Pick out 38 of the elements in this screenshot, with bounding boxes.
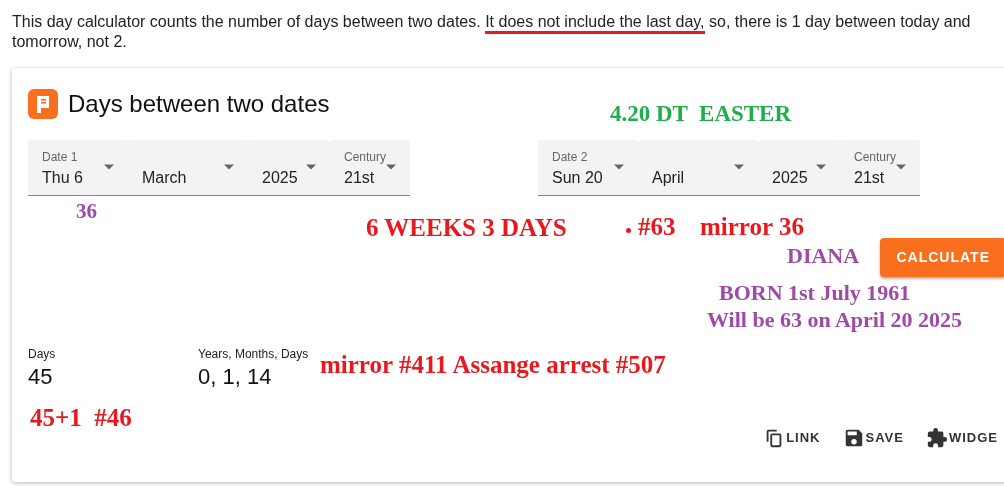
- result-label: Days: [28, 347, 56, 362]
- card-title: Days between two dates: [68, 89, 330, 119]
- intro-paragraph: This day calculator counts the number of days between two dates. It does not include the last day, so, there is 1 day between today and tomorrow, not 2.: [11, 12, 972, 52]
- result-label: Years, Months, Days: [198, 347, 309, 362]
- select-field[interactable]: Century 21st: [840, 140, 920, 195]
- caret-icon: [386, 164, 396, 170]
- puzzle-icon: [925, 427, 948, 449]
- select-field[interactable]: Century 21st: [330, 140, 410, 195]
- handwritten-note: 4.20 DT EASTER: [610, 102, 792, 125]
- result-value: 0, 1, 14: [198, 365, 272, 390]
- select-field[interactable]: Date 1 Thu 6: [28, 140, 128, 195]
- app-logo-icon: [28, 89, 58, 119]
- select-field[interactable]: 2025: [248, 140, 330, 195]
- widget-button[interactable]: WIDGE: [917, 423, 1004, 453]
- caret-icon: [224, 164, 234, 170]
- caret-icon: [614, 164, 624, 170]
- handwritten-note: mirror 36: [700, 214, 804, 239]
- caret-icon: [306, 164, 316, 170]
- handwritten-note: 45+1 #46: [30, 405, 132, 430]
- save-button[interactable]: SAVE: [834, 423, 912, 453]
- handwritten-note: 36: [76, 201, 97, 222]
- handwritten-note: DIANA: [787, 245, 860, 267]
- select-field[interactable]: Date 2 Sun 20: [538, 140, 638, 195]
- result-value: 45: [28, 365, 53, 390]
- link-button[interactable]: LINK: [755, 423, 829, 453]
- handwritten-note: mirror #411 Assange arrest #507: [320, 352, 666, 377]
- caret-icon: [104, 164, 114, 170]
- select-field[interactable]: April: [638, 140, 758, 195]
- caret-icon: [816, 164, 826, 170]
- handwritten-note: BORN 1st July 1961: [719, 282, 911, 304]
- select-field[interactable]: 2025: [758, 140, 840, 195]
- caret-icon: [734, 164, 744, 170]
- handwritten-note: #63: [638, 214, 676, 239]
- handwritten-note: Will be 63 on April 20 2025: [707, 309, 963, 331]
- select-field[interactable]: March: [128, 140, 248, 195]
- handwritten-note: 6 WEEKS 3 DAYS: [366, 215, 567, 240]
- ink-dot: [626, 228, 631, 233]
- caret-icon: [896, 164, 906, 170]
